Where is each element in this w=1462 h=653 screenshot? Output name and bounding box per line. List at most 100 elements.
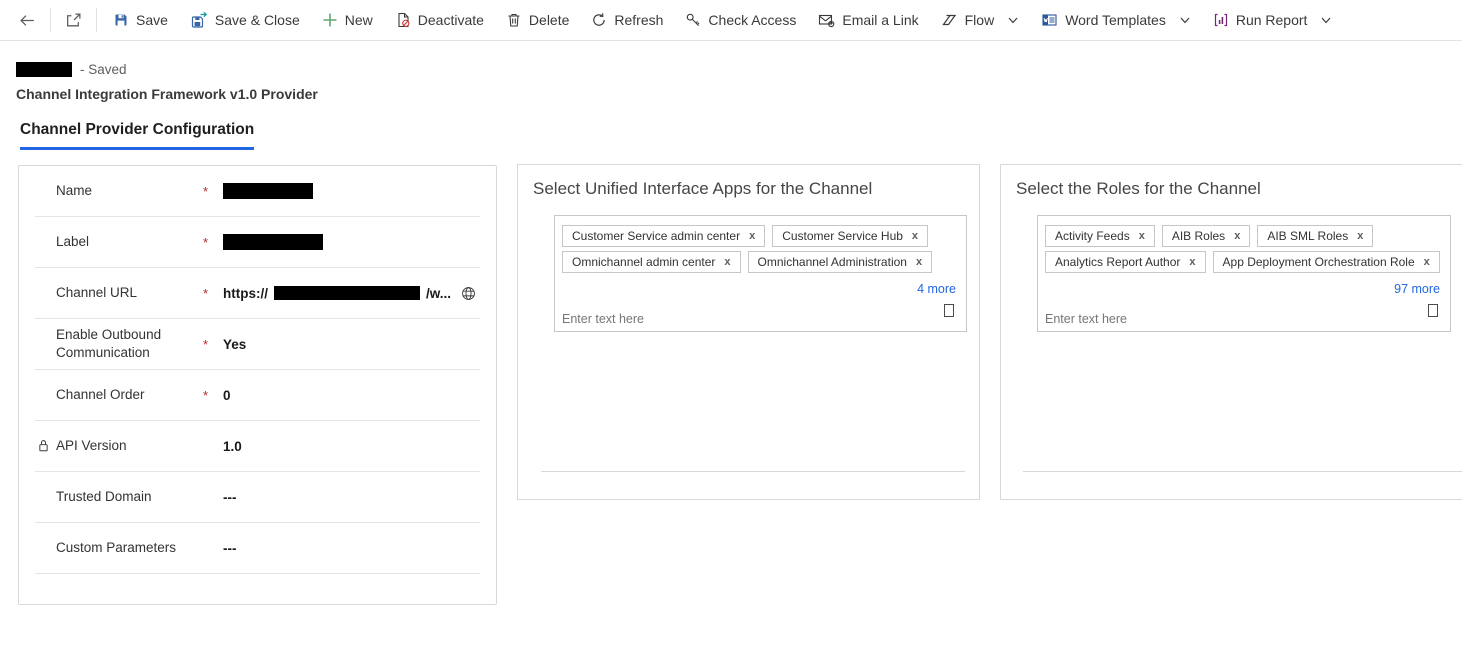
field-row-label: Label * — [35, 217, 480, 268]
general-form-section: Name * Label * Channel URL * https:// /w.… — [18, 165, 497, 605]
redacted-value — [223, 183, 313, 199]
apps-search-input[interactable] — [562, 312, 782, 326]
email-icon — [818, 12, 835, 28]
app-chip: Omnichannel admin centerx — [562, 251, 741, 273]
spacer — [203, 497, 223, 498]
remove-tag-icon[interactable]: x — [1424, 257, 1430, 268]
app-chip-label: Omnichannel Administration — [758, 255, 907, 269]
required-icon: * — [203, 336, 223, 352]
field-value-channel-url[interactable]: https:// /w... — [223, 286, 480, 301]
roles-search-input[interactable] — [1045, 312, 1265, 326]
open-url-button[interactable] — [461, 286, 476, 301]
subgrid-divider — [541, 471, 965, 472]
role-chip-label: AIB SML Roles — [1267, 229, 1348, 243]
roles-section-title: Select the Roles for the Channel — [1001, 165, 1462, 199]
refresh-button[interactable]: Refresh — [580, 0, 674, 40]
field-row-enable-outbound-communication: Enable Outbound Communication * Yes — [35, 319, 480, 370]
roles-multiselect-box[interactable]: Activity Feeds x AIB Roles x AIB SML Roles… — [1037, 215, 1451, 332]
word-templates-button[interactable]: Word Templates — [1030, 0, 1202, 40]
remove-tag-icon[interactable]: x — [1139, 231, 1145, 242]
role-chip-label: AIB Roles — [1172, 229, 1225, 243]
new-label: New — [345, 12, 373, 28]
field-row-channel-order: Channel Order * 0 — [35, 370, 480, 421]
search-icon[interactable] — [1428, 304, 1438, 317]
email-a-link-button[interactable]: Email a Link — [807, 0, 929, 40]
redacted-record-name — [16, 62, 72, 77]
plus-icon — [322, 12, 338, 28]
save-button[interactable]: Save — [102, 0, 179, 40]
field-row-channel-url: Channel URL * https:///w... — [35, 268, 480, 319]
field-value-enable-outbound-communication[interactable]: Yes — [223, 337, 480, 352]
command-bar: Save Save & Close New Deactivate Delete … — [0, 0, 1462, 41]
toolbar-divider — [96, 8, 97, 32]
check-access-button[interactable]: Check Access — [674, 0, 807, 40]
apps-multiselect-box[interactable]: Customer Service admin center x Customer … — [554, 215, 967, 332]
field-value-channel-order[interactable]: 0 — [223, 388, 480, 403]
save-and-close-button[interactable]: Save & Close — [179, 0, 311, 40]
deactivate-button[interactable]: Deactivate — [384, 0, 495, 40]
tab-channel-provider-configuration[interactable]: Channel Provider Configuration — [20, 121, 254, 150]
trash-icon — [506, 12, 522, 28]
flow-button[interactable]: Flow — [930, 0, 1031, 40]
field-value-trusted-domain[interactable]: --- — [223, 490, 480, 505]
role-chip-label: Activity Feeds — [1055, 229, 1130, 243]
url-suffix: /w... — [426, 286, 451, 301]
remove-tag-icon[interactable]: x — [1234, 231, 1240, 242]
remove-tag-icon[interactable]: x — [1189, 257, 1195, 268]
remove-tag-icon[interactable]: x — [916, 257, 922, 268]
refresh-label: Refresh — [614, 12, 663, 28]
roles-chip-list: Activity Feeds x AIB Roles x AIB SML Roles… — [1038, 216, 1450, 273]
field-value-api-version: 1.0 — [223, 439, 480, 454]
url-prefix: https:// — [223, 286, 268, 301]
field-label-label: Label — [56, 233, 203, 251]
check-access-label: Check Access — [708, 12, 796, 28]
chevron-down-icon — [1179, 14, 1191, 26]
field-label-channel-url: Channel URL — [56, 284, 203, 302]
chevron-down-icon — [1007, 14, 1019, 26]
entity-type-label: Channel Integration Framework v1.0 Provi… — [16, 86, 318, 102]
field-label-channel-order: Channel Order — [56, 386, 203, 404]
field-value-name[interactable] — [223, 183, 480, 199]
apps-more-link[interactable]: 4 more — [917, 282, 956, 296]
save-close-icon — [190, 12, 208, 29]
lock-icon — [37, 438, 50, 453]
app-chip-label: Customer Service Hub — [782, 229, 903, 243]
toolbar-divider — [50, 8, 51, 32]
required-icon: * — [203, 234, 223, 250]
role-chip: Activity Feeds x — [1045, 225, 1155, 247]
field-row-api-version: API Version 1.0 — [35, 421, 480, 472]
flow-label: Flow — [965, 12, 995, 28]
spacer — [203, 548, 223, 549]
required-icon: * — [203, 387, 223, 403]
required-icon: * — [203, 183, 223, 199]
field-value-label[interactable] — [223, 234, 480, 250]
role-chip: AIB SML Roles x — [1257, 225, 1373, 247]
record-header: - Saved Channel Integration Framework v1… — [16, 60, 318, 102]
run-report-button[interactable]: Run Report — [1202, 0, 1344, 40]
app-chip: Customer Service admin center x — [562, 225, 765, 247]
save-icon — [113, 12, 129, 28]
new-button[interactable]: New — [311, 0, 384, 40]
word-templates-label: Word Templates — [1065, 12, 1166, 28]
tab-strip: Channel Provider Configuration — [20, 121, 254, 150]
remove-tag-icon[interactable]: x — [1357, 231, 1363, 242]
back-button[interactable] — [10, 0, 45, 40]
search-icon[interactable] — [944, 304, 954, 317]
role-chip: AIB Roles x — [1162, 225, 1250, 247]
delete-label: Delete — [529, 12, 569, 28]
app-chip-label: Customer Service admin center — [572, 229, 740, 243]
apps-chip-list: Customer Service admin center x Customer … — [555, 216, 966, 273]
deactivate-icon — [395, 12, 411, 28]
field-label-name: Name — [56, 182, 203, 200]
app-window: Save Save & Close New Deactivate Delete … — [0, 0, 1462, 653]
save-label: Save — [136, 12, 168, 28]
record-save-status: - Saved — [80, 62, 127, 77]
popout-button[interactable] — [56, 0, 91, 40]
remove-tag-icon[interactable]: x — [912, 231, 918, 242]
remove-tag-icon[interactable]: x — [724, 257, 730, 268]
field-value-custom-parameters[interactable]: --- — [223, 541, 480, 556]
remove-tag-icon[interactable]: x — [749, 231, 755, 242]
delete-button[interactable]: Delete — [495, 0, 580, 40]
run-report-icon — [1213, 12, 1229, 28]
roles-more-link[interactable]: 97 more — [1394, 282, 1440, 296]
